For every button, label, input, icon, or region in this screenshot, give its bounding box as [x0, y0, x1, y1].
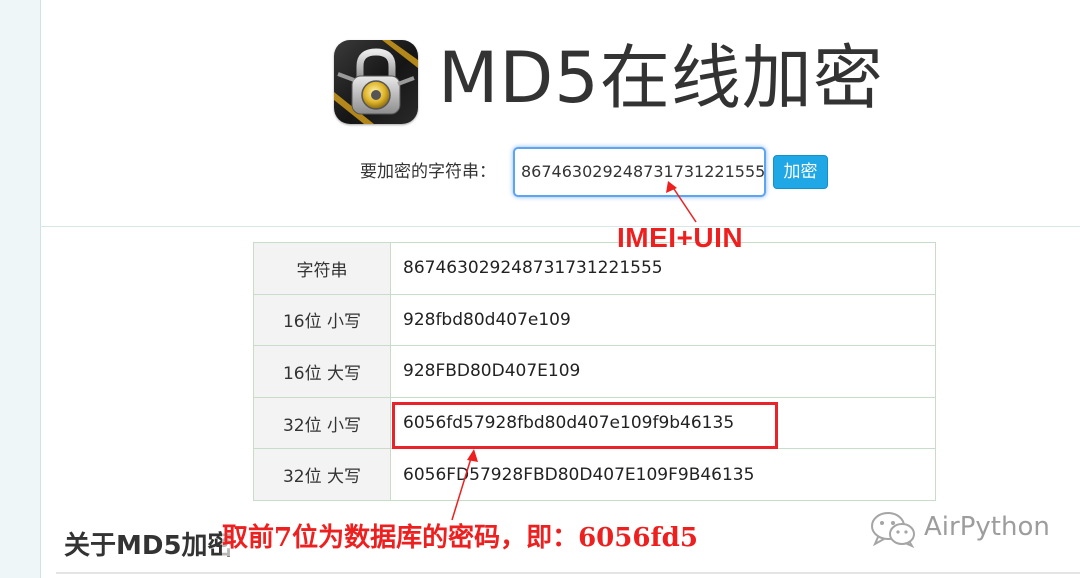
header-divider: [40, 226, 1080, 227]
result-label: 16位 小写: [253, 293, 391, 347]
page-title: MD5在线加密: [438, 37, 884, 119]
watermark: AirPython: [868, 508, 1058, 548]
highlight-box: [392, 402, 778, 449]
bottom-divider: [56, 572, 1080, 574]
result-label: 16位 大写: [253, 345, 391, 398]
padlock-icon: [334, 40, 418, 124]
input-label: 要加密的字符串：: [360, 162, 496, 182]
encrypt-button[interactable]: 加密: [773, 155, 828, 189]
table-row: 16位 大写 928FBD80D407E109: [253, 345, 936, 398]
results-table: 字符串 867463029248731731221555 16位 小写 928fbd8…: [253, 242, 936, 501]
result-value: 928fbd80d407e109: [390, 293, 936, 347]
result-label: 字符串: [253, 242, 391, 295]
table-row: 字符串 867463029248731731221555: [253, 242, 936, 295]
result-value: 6056FD57928FBD80D407E109F9B46135: [390, 448, 936, 501]
table-row: 32位 大写 6056FD57928FBD80D407E109F9B46135: [253, 448, 936, 501]
wechat-icon: [871, 512, 915, 548]
annotation-note: 取前7位为数据库的密码，即：6056fd5: [222, 520, 698, 556]
annotation-imei-uin: IMEI+UIN: [617, 222, 744, 253]
result-label: 32位 小写: [253, 396, 391, 450]
table-row: 16位 小写 928fbd80d407e109: [253, 293, 936, 347]
about-heading: 关于MD5加密: [64, 531, 234, 561]
watermark-text: AirPython: [924, 512, 1050, 542]
result-value: 928FBD80D407E109: [390, 345, 936, 398]
string-input[interactable]: 867463029248731731221555: [513, 147, 766, 197]
result-label: 32位 大写: [253, 448, 391, 501]
